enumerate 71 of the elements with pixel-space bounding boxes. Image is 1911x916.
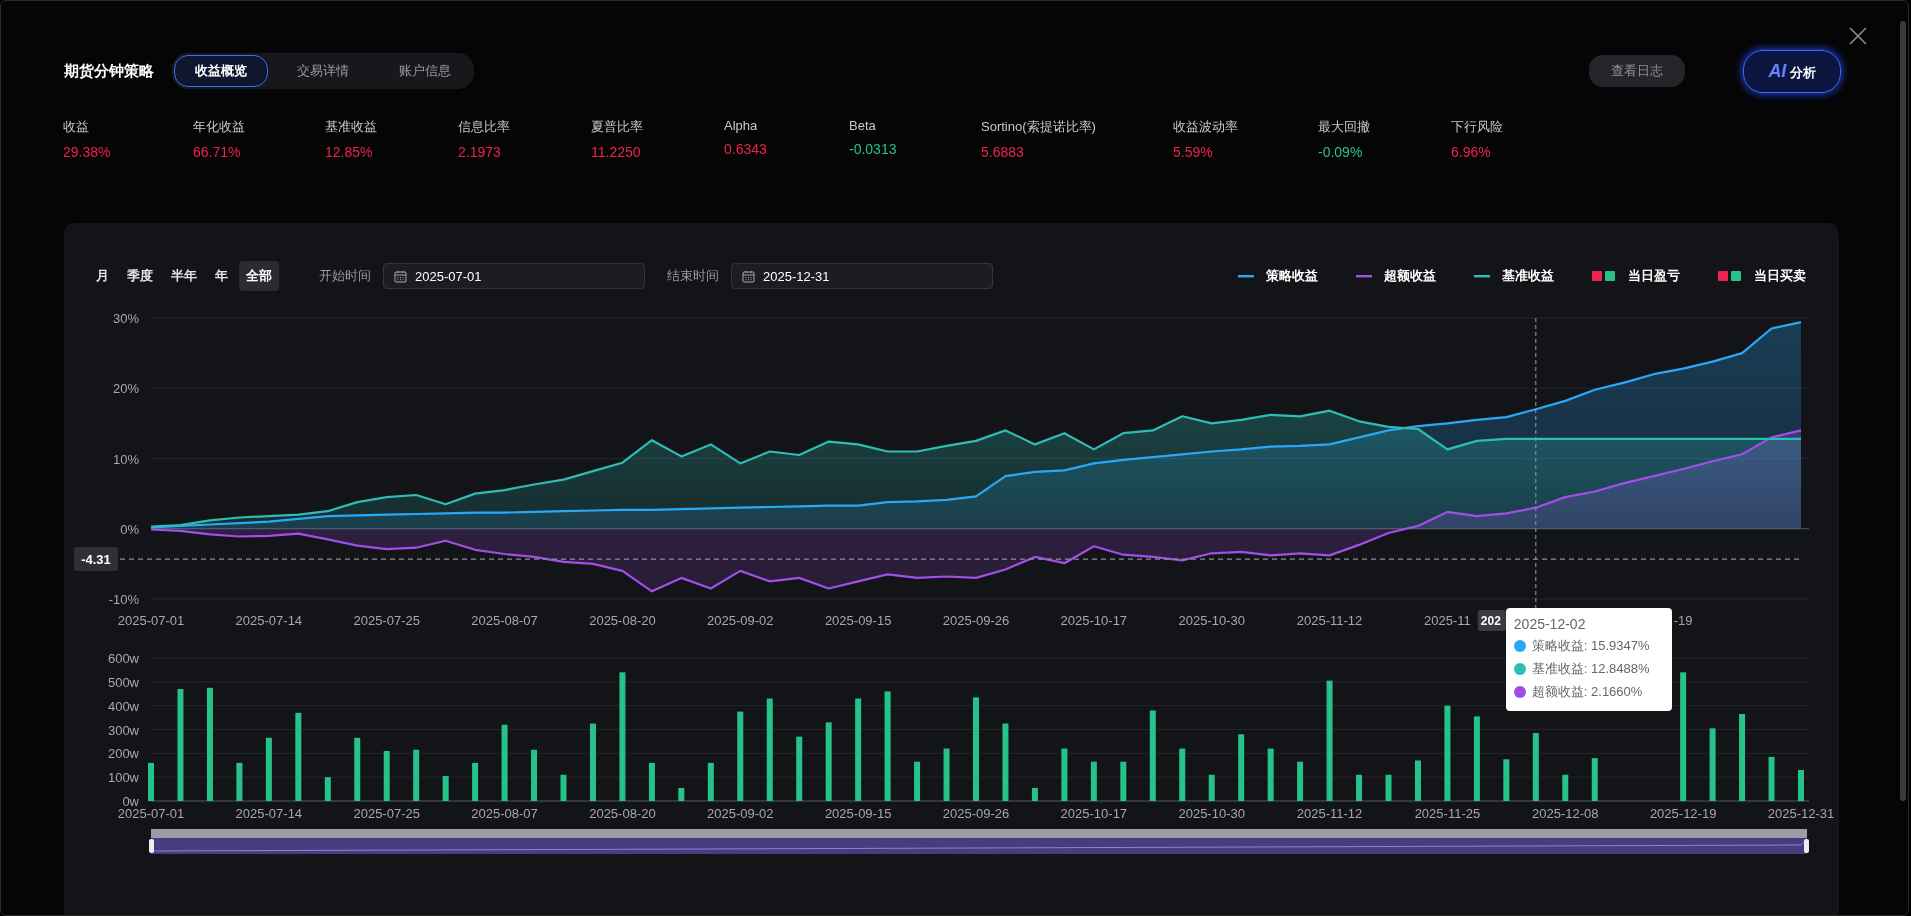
axis-label: 2025-07-14 <box>235 806 303 821</box>
axis-label: 2025-09-02 <box>707 806 774 821</box>
axis-label: 2025-11-12 <box>1296 613 1363 628</box>
metric-label: Beta <box>849 118 876 133</box>
axis-label: 2025-12-19 <box>1649 806 1717 821</box>
metric-label: Alpha <box>724 118 758 133</box>
axis-label: 2025-10-17 <box>1060 613 1128 628</box>
metric-value: -0.09% <box>1318 144 1363 160</box>
axis-label: 2025-11-25 <box>1414 806 1481 821</box>
metric-label: 最大回撤 <box>1318 118 1370 136</box>
metric-value: 2.1973 <box>458 144 501 160</box>
average-value: -4.31 <box>81 552 111 568</box>
axis-label: 10% <box>112 451 139 467</box>
axis-label: 2025-07-25 <box>353 613 420 628</box>
axis-label: 2025-07-25 <box>353 806 420 821</box>
metric-value: 5.6883 <box>981 144 1024 160</box>
metric-label: 下行风险 <box>1451 118 1503 136</box>
axis-label: 0% <box>120 521 139 537</box>
axis-label: 2025-07-01 <box>117 806 185 821</box>
axis-label: 400w <box>107 698 139 714</box>
metric-value: 6.96% <box>1451 144 1491 160</box>
metric-value: -0.0313 <box>849 141 897 157</box>
field-label: 开始时间 <box>319 267 371 285</box>
metric-label: 夏普比率 <box>591 118 643 136</box>
axis-label: 2025-08-07 <box>471 613 538 628</box>
metric-label: 信息比率 <box>458 118 510 136</box>
axis-label: 200w <box>107 746 139 762</box>
axis-label: 2025-10-17 <box>1060 806 1128 821</box>
axis-label: 2025-08-07 <box>471 806 538 821</box>
axis-label: 2025-09-15 <box>824 613 892 628</box>
axis-label: 2025-07-14 <box>235 613 303 628</box>
axis-label: 2025-08-20 <box>589 613 656 628</box>
metric-value: 29.38% <box>63 144 111 160</box>
axis-label: 2025-12-08 <box>1532 806 1599 821</box>
axis-label: 2025-09-15 <box>824 806 892 821</box>
metric-value: 12.85% <box>325 144 373 160</box>
axis-label: 2025-10-30 <box>1178 613 1245 628</box>
metric-label: 收益波动率 <box>1173 118 1238 136</box>
metric-value: 11.2250 <box>591 144 641 160</box>
axis-label: 0w <box>122 794 139 809</box>
axis-label: -10% <box>108 592 139 607</box>
tooltip-value: 基准收益: 12.8488% <box>1531 660 1650 678</box>
tooltip-value: 策略收益: 15.9347% <box>1531 637 1650 655</box>
axis-label: 2025-10-30 <box>1178 806 1245 821</box>
axis-label: 30% <box>112 311 139 326</box>
axis-label: 2025-12-31 <box>1767 806 1835 821</box>
metric-label: 年化收益 <box>193 118 245 136</box>
axis-label: 2025-11 <box>1424 613 1471 628</box>
axis-label: 20% <box>112 381 139 397</box>
axis-label: 600w <box>107 651 139 666</box>
axis-label: 300w <box>107 722 139 738</box>
axis-label: -19 <box>1673 613 1693 628</box>
axis-label: 2025-09-02 <box>707 613 774 628</box>
axis-label: 2025-09-26 <box>942 806 1010 821</box>
metric-value: 66.71% <box>193 144 241 160</box>
axis-label: 2025-08-20 <box>589 806 656 821</box>
axis-label: 2025-11-12 <box>1296 806 1363 821</box>
axis-label: 100w <box>107 770 139 786</box>
tooltip-date: 2025-12-02 <box>1513 616 1587 632</box>
metric-label: Sortino(索提诺比率) <box>981 118 1096 136</box>
window-title: 期货分钟策略 <box>64 61 154 81</box>
axis-label: 2025-09-26 <box>942 613 1010 628</box>
pointer-date: 202 <box>1480 614 1501 628</box>
axis-label: 500w <box>107 674 139 690</box>
tooltip-value: 超额收益: 2.1660% <box>1531 683 1643 701</box>
metric-label: 收益 <box>63 118 89 136</box>
axis-label: 2025-07-01 <box>117 613 185 628</box>
field-label: 结束时间 <box>667 267 719 285</box>
metric-label: 基准收益 <box>325 118 377 136</box>
metric-value: 0.6343 <box>724 141 767 157</box>
metric-value: 5.59% <box>1173 144 1213 160</box>
